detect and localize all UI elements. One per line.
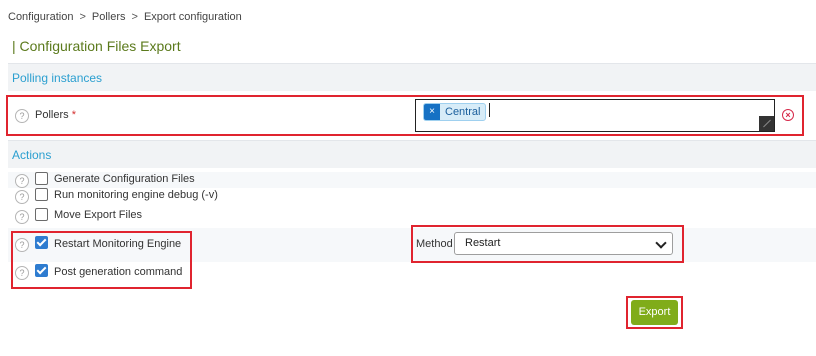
chevron-down-icon [655, 237, 667, 249]
generate-config-label: Generate Configuration Files [54, 173, 195, 185]
export-button[interactable]: Export [631, 300, 678, 325]
move-export-label: Move Export Files [54, 209, 143, 221]
restart-engine-help-icon[interactable]: ? [15, 238, 29, 252]
breadcrumb-export-configuration: Export configuration [143, 11, 242, 23]
breadcrumb-configuration[interactable]: Configuration [8, 11, 73, 23]
post-generation-help-icon[interactable]: ? [15, 266, 29, 280]
debug-help-icon[interactable]: ? [15, 190, 29, 204]
method-selected-value: Restart [465, 237, 501, 249]
move-export-help-icon[interactable]: ? [15, 210, 29, 224]
actions-header: Actions [8, 140, 816, 168]
chip-remove-icon[interactable]: × [424, 104, 440, 120]
required-indicator: * [71, 109, 76, 121]
breadcrumb-separator: > [131, 11, 138, 23]
post-generation-checkbox[interactable] [35, 264, 48, 277]
method-select[interactable]: Restart [454, 232, 673, 255]
pollers-select-field[interactable]: × Central [415, 99, 775, 132]
post-generation-label: Post generation command [54, 266, 183, 278]
polling-instances-header: Polling instances [8, 63, 816, 91]
debug-label: Run monitoring engine debug (-v) [54, 189, 218, 201]
generate-config-checkbox[interactable] [35, 172, 48, 185]
restart-engine-label: Restart Monitoring Engine [54, 238, 182, 250]
pollers-help-icon[interactable]: ? [15, 109, 29, 123]
breadcrumb-pollers[interactable]: Pollers [92, 11, 126, 23]
method-label: Method [416, 238, 453, 250]
pollers-label-text: Pollers [35, 109, 69, 121]
poller-chip-central: × Central [423, 103, 487, 121]
breadcrumb-separator: > [79, 11, 86, 23]
page-title: | Configuration Files Export [12, 38, 181, 54]
chip-label: Central [445, 106, 481, 118]
pollers-label: Pollers * [35, 109, 76, 121]
breadcrumb: Configuration > Pollers > Export configurati… [8, 11, 242, 23]
move-export-checkbox[interactable] [35, 208, 48, 221]
resize-handle-icon[interactable] [759, 116, 774, 131]
generate-config-help-icon[interactable]: ? [15, 174, 29, 188]
debug-checkbox[interactable] [35, 188, 48, 201]
clear-selection-icon[interactable]: × [782, 109, 794, 121]
text-caret [489, 103, 490, 117]
restart-engine-checkbox[interactable] [35, 236, 48, 249]
